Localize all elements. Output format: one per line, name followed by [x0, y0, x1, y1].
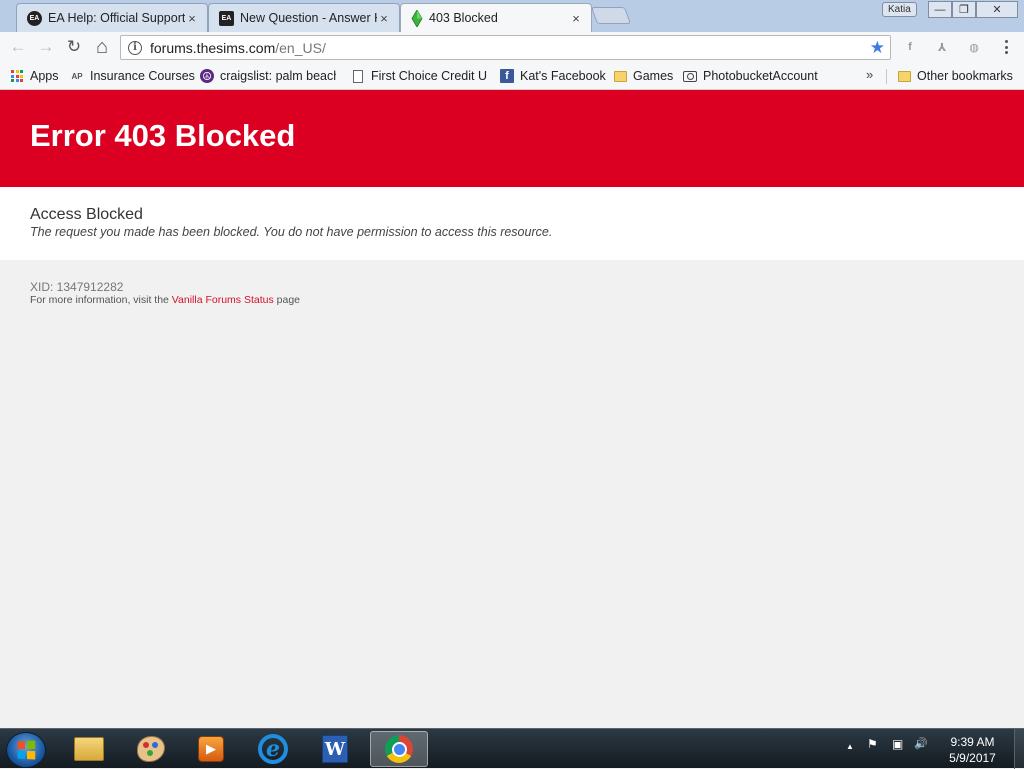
- pdf-extension-icon[interactable]: ⅄: [934, 39, 950, 55]
- profile-button[interactable]: Katia: [882, 2, 917, 17]
- taskbar-word[interactable]: W: [308, 731, 362, 767]
- media-player-icon: ▶: [198, 736, 224, 762]
- message-title: Access Blocked: [30, 206, 143, 223]
- windows-logo-icon: [17, 740, 35, 760]
- ap-icon: AP: [71, 71, 83, 81]
- bookmark-first-choice[interactable]: First Choice Credit Un: [351, 67, 487, 85]
- bookmark-label: Kat's Facebook: [520, 69, 606, 83]
- bookmarks-overflow-button[interactable]: »: [866, 67, 873, 82]
- peace-icon: ☮: [200, 69, 214, 83]
- facebook-icon: f: [500, 69, 514, 83]
- bookmark-insurance-courses[interactable]: AP Insurance Courses: [70, 67, 195, 85]
- more-info-prefix: For more information, visit the: [30, 294, 172, 306]
- bookmark-label: craigslist: palm beach: [220, 69, 336, 83]
- ea-logo-icon: EA: [219, 10, 234, 26]
- apps-grid-icon: [10, 69, 24, 83]
- address-bar[interactable]: i forums.thesims.com/en_US/ ★: [120, 35, 891, 60]
- taskbar-internet-explorer[interactable]: e: [246, 731, 300, 767]
- page-content: Error 403 Blocked Access Blocked The req…: [0, 90, 1024, 728]
- reload-button[interactable]: ↻: [63, 37, 85, 57]
- bookmarks-bar: Apps AP Insurance Courses ☮ craigslist: …: [0, 63, 1024, 90]
- bookmark-label: First Choice Credit Un: [371, 69, 487, 83]
- ea-logo-icon: EA: [27, 10, 42, 26]
- minimize-button[interactable]: —: [928, 1, 952, 18]
- word-icon: W: [322, 735, 348, 763]
- page-title: Error 403 Blocked: [30, 118, 296, 153]
- show-desktop-button[interactable]: [1014, 729, 1024, 769]
- browser-titlebar: EA EA Help: Official Support × EA New Qu…: [0, 0, 1024, 32]
- clock-time: 9:39 AM: [950, 735, 995, 749]
- internet-explorer-icon: e: [258, 734, 288, 764]
- taskbar-media-player[interactable]: ▶: [184, 731, 238, 767]
- folder-icon: [897, 69, 911, 83]
- chrome-icon: [385, 735, 413, 763]
- xid-text: XID: 1347912282: [30, 280, 124, 294]
- chrome-menu-icon[interactable]: [1000, 39, 1012, 55]
- error-banner: Error 403 Blocked: [0, 90, 1024, 187]
- volume-icon[interactable]: 🔊: [914, 737, 928, 750]
- tab-title: EA Help: Official Support: [48, 11, 185, 25]
- info-icon[interactable]: i: [128, 40, 142, 55]
- vanilla-status-link[interactable]: Vanilla Forums Status: [172, 294, 274, 306]
- page-icon: [351, 69, 365, 83]
- bookmark-games[interactable]: Games: [613, 67, 673, 85]
- tab-close-icon[interactable]: ×: [185, 11, 199, 26]
- paint-icon: [137, 736, 165, 762]
- bookmarks-divider: [886, 69, 887, 84]
- back-button[interactable]: ←: [7, 37, 29, 57]
- message-description: The request you made has been blocked. Y…: [30, 225, 553, 239]
- action-center-flag-icon[interactable]: ⚑: [867, 737, 878, 751]
- browser-toolbar: ← → ↻ ⌂ i forums.thesims.com/en_US/ ★ f …: [0, 32, 1024, 63]
- taskbar-chrome[interactable]: [370, 731, 428, 767]
- extension-icon[interactable]: ◍: [966, 39, 982, 55]
- bookmark-label: Other bookmarks: [917, 69, 1013, 83]
- bookmark-apps[interactable]: Apps: [10, 67, 59, 85]
- tab-ea-help[interactable]: EA EA Help: Official Support ×: [16, 3, 208, 32]
- camera-icon: [683, 69, 697, 83]
- taskbar-paint[interactable]: [124, 731, 178, 767]
- network-icon[interactable]: ▣: [892, 737, 903, 751]
- folder-icon: [613, 69, 627, 83]
- bookmark-label: PhotobucketAccount: [703, 69, 818, 83]
- close-window-button[interactable]: ✕: [976, 1, 1018, 18]
- bookmark-star-icon[interactable]: ★: [870, 38, 885, 58]
- system-clock[interactable]: 9:39 AM 5/9/2017: [935, 734, 1010, 766]
- url-text[interactable]: forums.thesims.com/en_US/: [150, 40, 326, 56]
- home-button[interactable]: ⌂: [91, 36, 113, 58]
- url-path: /en_US/: [275, 39, 326, 56]
- tab-new-question[interactable]: EA New Question - Answer HQ ×: [208, 3, 400, 32]
- sims-plumbob-icon: [411, 9, 423, 27]
- bookmark-kats-facebook[interactable]: f Kat's Facebook: [500, 67, 606, 85]
- tab-title: New Question - Answer HQ: [240, 11, 377, 25]
- new-tab-button[interactable]: [590, 7, 632, 24]
- restore-button[interactable]: ❐: [952, 1, 976, 18]
- tray-show-hidden-icon[interactable]: ▲: [846, 742, 854, 751]
- facebook-extension-icon[interactable]: f: [902, 39, 918, 55]
- bookmark-label: Apps: [30, 69, 59, 83]
- tab-close-icon[interactable]: ×: [569, 11, 583, 26]
- clock-date: 5/9/2017: [949, 751, 996, 765]
- more-info-suffix: page: [273, 294, 301, 306]
- windows-taskbar: ▶ e W ▲ ⚑ ▣ 🔊 9:39 AM 5/9/2017: [0, 728, 1024, 769]
- forward-button[interactable]: →: [35, 37, 57, 57]
- tab-close-icon[interactable]: ×: [377, 11, 391, 26]
- more-info-text: For more information, visit the Vanilla …: [30, 294, 300, 306]
- start-button[interactable]: [6, 732, 46, 768]
- bookmark-label: Insurance Courses: [90, 69, 195, 83]
- message-box: Access Blocked The request you made has …: [0, 187, 1024, 260]
- url-domain: forums.thesims.com: [150, 39, 276, 56]
- tab-title: 403 Blocked: [429, 11, 498, 25]
- tab-403-blocked[interactable]: 403 Blocked ×: [400, 3, 592, 32]
- bookmark-craigslist[interactable]: ☮ craigslist: palm beach: [200, 67, 336, 85]
- taskbar-explorer[interactable]: [62, 731, 116, 767]
- bookmark-label: Games: [633, 69, 674, 83]
- folder-icon: [74, 737, 104, 761]
- bookmark-other-bookmarks[interactable]: Other bookmarks: [897, 67, 1013, 85]
- bookmark-photobucket[interactable]: PhotobucketAccount: [683, 67, 818, 85]
